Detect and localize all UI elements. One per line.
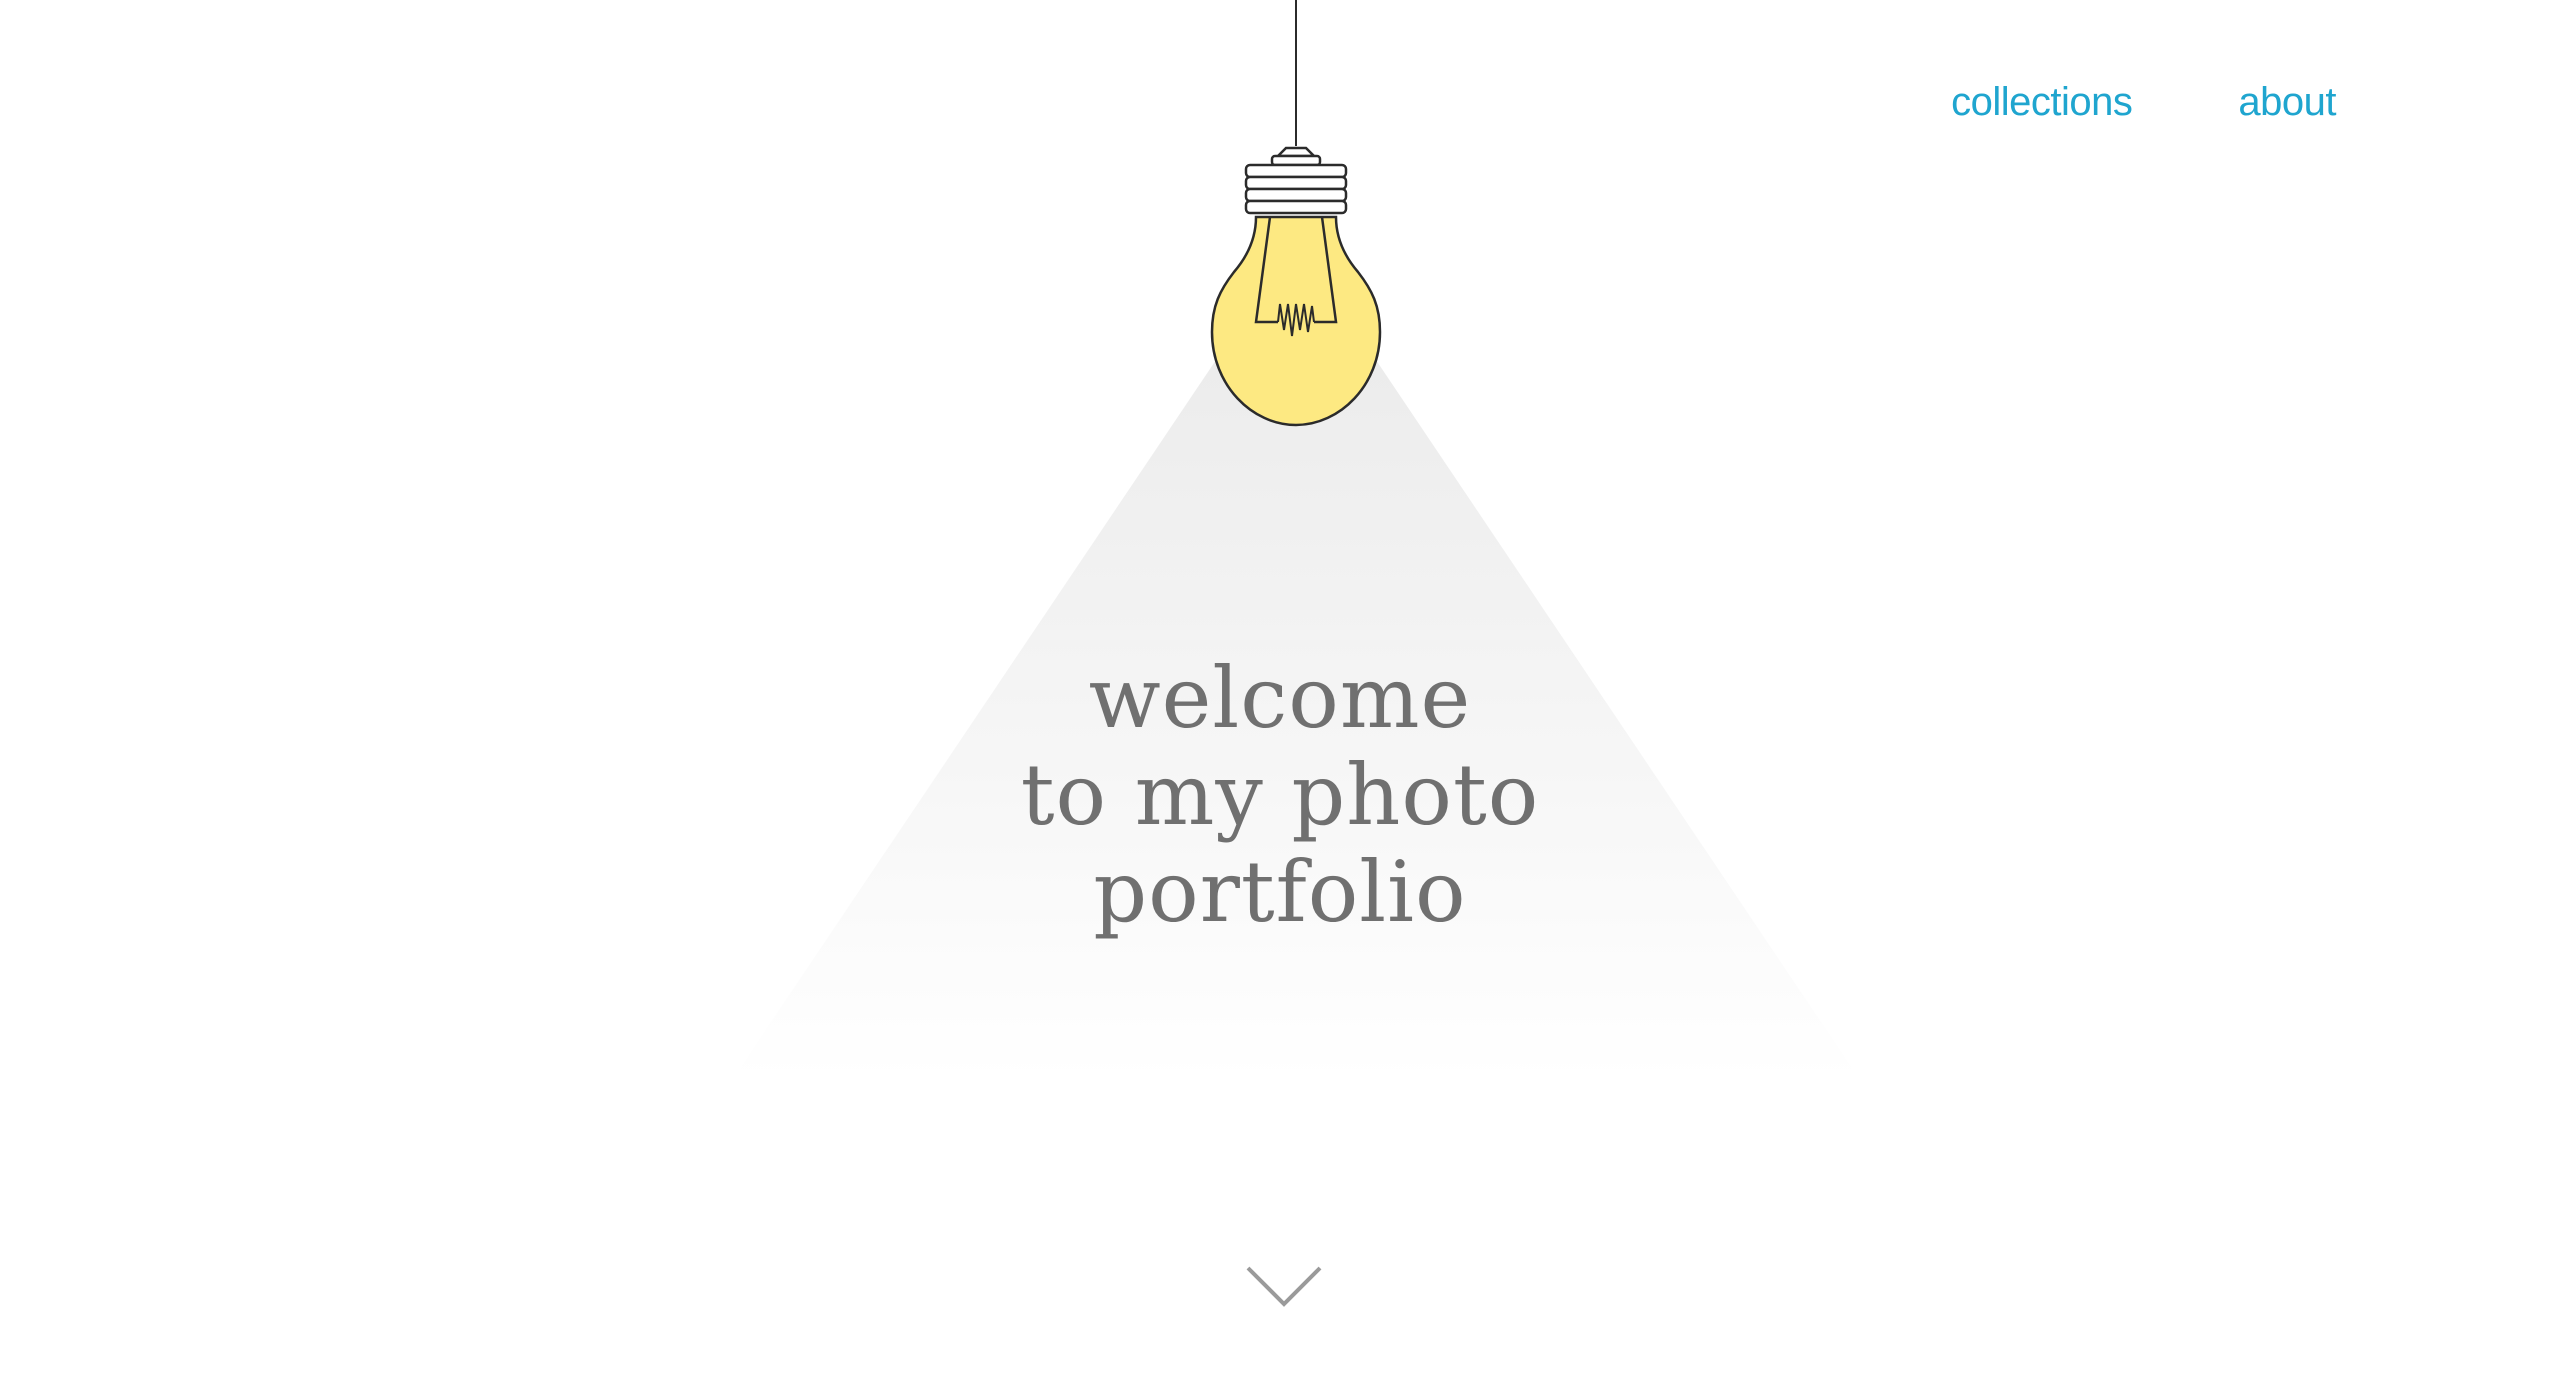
hero-title-line-2: to my photo [1020,746,1540,844]
page: collections about welcome to my photo po… [0,0,2560,1380]
chevron-down-icon[interactable] [1244,1262,1324,1312]
light-bulb-icon [1210,0,1382,427]
top-nav: collections about [1951,80,2336,125]
nav-link-collections[interactable]: collections [1951,80,2133,125]
hero-title: welcome to my photo portfolio [880,650,1680,941]
hero-title-line-3: portfolio [1093,843,1467,941]
hero-title-line-1: welcome [1088,649,1472,747]
nav-link-about[interactable]: about [2238,80,2336,125]
